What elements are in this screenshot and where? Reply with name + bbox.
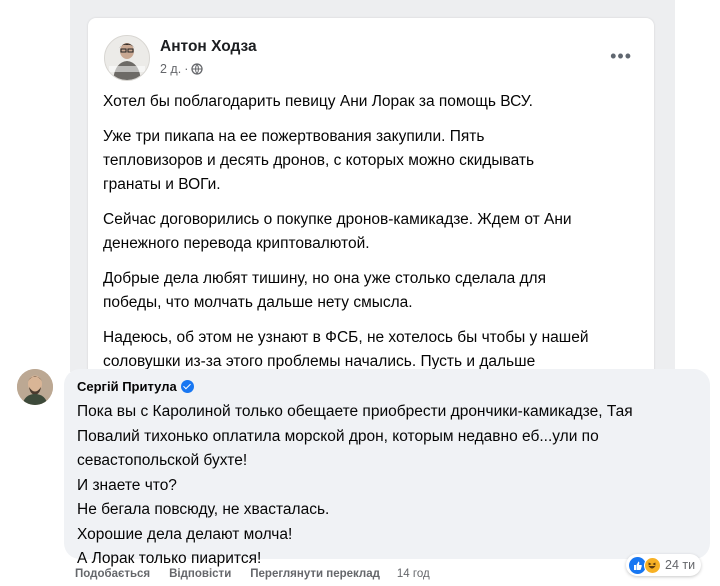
reaction-summary[interactable]: 24 ти xyxy=(626,554,702,576)
comment-text: Пока вы с Каролиной только обещаете прио… xyxy=(77,400,697,572)
comment-line: Пока вы с Каролиной только обещаете прио… xyxy=(77,403,633,420)
more-options-icon[interactable]: ••• xyxy=(610,46,632,67)
comment-time[interactable]: 14 год xyxy=(397,568,430,580)
post-line: Добрые дела любят тишину, но она уже сто… xyxy=(103,270,546,287)
post-paragraph: Уже три пикапа на ее пожертвования закуп… xyxy=(103,125,623,197)
post-line: соловушки из-за этого проблемы начались.… xyxy=(103,353,536,370)
meta-separator: · xyxy=(184,62,189,76)
comment-actions: Подобається Відповісти Переглянути перек… xyxy=(75,568,430,580)
globe-icon xyxy=(191,63,204,75)
post-body: Хотел бы поблагодарить певицу Ани Лорак … xyxy=(103,90,623,372)
comment-line: Не бегала повсюду, не хвасталась. xyxy=(77,501,330,518)
post-paragraph: Надеюсь, об этом не узнают в ФСБ, не хот… xyxy=(103,326,623,372)
post-author-avatar[interactable] xyxy=(104,35,150,81)
comment-author: Сергій Притула xyxy=(77,379,194,394)
post-line: гранаты и ВОГи. xyxy=(103,176,221,193)
reaction-count: 24 ти xyxy=(665,558,696,572)
comment-line: севастопольской бухте! xyxy=(77,452,248,469)
commenter-name[interactable]: Сергій Притула xyxy=(77,379,177,394)
see-translation-action[interactable]: Переглянути переклад xyxy=(250,568,380,580)
commenter-avatar[interactable] xyxy=(17,369,53,405)
like-action[interactable]: Подобається xyxy=(75,568,150,580)
haha-icon xyxy=(644,556,661,574)
comment-line: Хорошие дела делают молча! xyxy=(77,525,293,543)
post-author-name[interactable]: Антон Ходза xyxy=(160,38,257,56)
post-paragraph: Добрые дела любят тишину, но она уже сто… xyxy=(103,267,623,315)
reply-action[interactable]: Відповісти xyxy=(169,568,231,580)
avatar-image xyxy=(17,369,53,405)
post-line: Надеюсь, об этом не узнают в ФСБ, не хот… xyxy=(103,329,589,346)
post-meta: 2 д. · xyxy=(160,62,204,76)
avatar-image xyxy=(105,36,149,80)
post-line: тепловизоров и десять дронов, с которых … xyxy=(103,152,535,169)
post-paragraph: Сейчас договорились о покупке дронов-кам… xyxy=(103,208,623,256)
verified-badge-icon xyxy=(180,380,194,393)
post-line: Сейчас договорились о покупке дронов-кам… xyxy=(103,211,572,228)
post-line: Хотел бы поблагодарить певицу Ани Лорак … xyxy=(103,93,533,110)
comment-bubble: Сергій Притула Пока вы с Каролиной тольк… xyxy=(64,369,710,567)
comment-line: И знаете что? xyxy=(77,476,177,494)
post-line: денежного перевода криптовалютой. xyxy=(103,235,370,252)
post-line: победы, что молчать дальше нету смысла. xyxy=(103,294,413,311)
comment-line: Повалий тихонько оплатила морской дрон, … xyxy=(77,427,599,445)
post-card: Антон Ходза 2 д. · ••• Хотел бы поблагод… xyxy=(88,18,654,372)
post-paragraph: Хотел бы поблагодарить певицу Ани Лорак … xyxy=(103,90,623,114)
post-time[interactable]: 2 д. xyxy=(160,62,181,76)
post-line: Уже три пикапа на ее пожертвования закуп… xyxy=(103,128,485,145)
